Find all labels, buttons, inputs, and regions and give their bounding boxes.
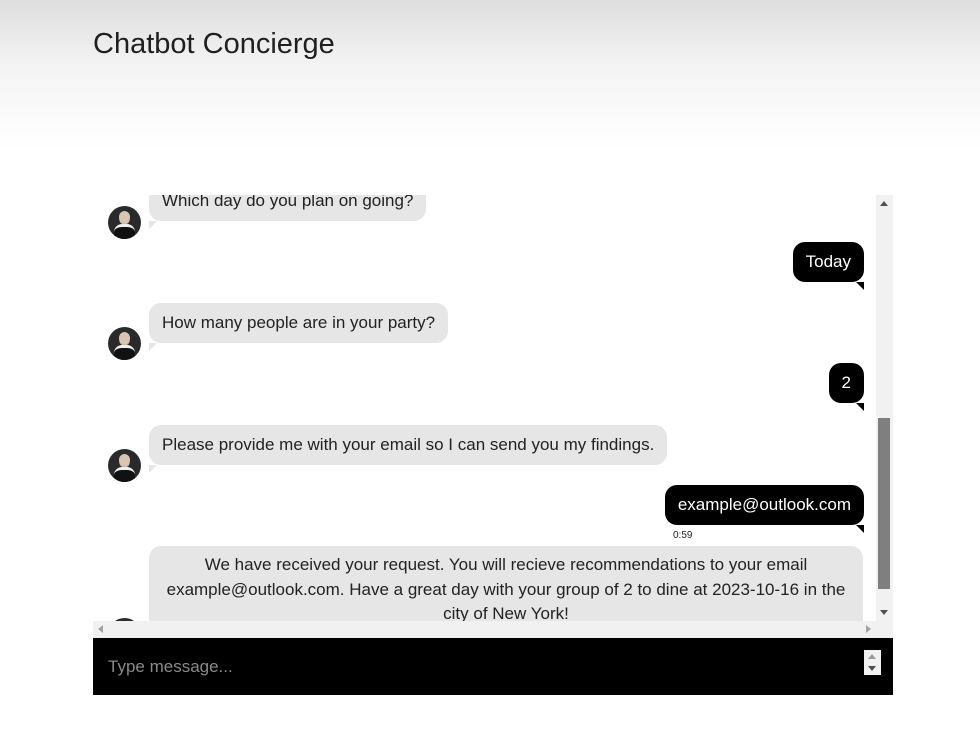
vertical-scrollbar[interactable]: [876, 195, 893, 621]
bot-avatar: [108, 449, 141, 482]
horizontal-scrollbar[interactable]: [93, 621, 893, 638]
spinner-down-icon[interactable]: [868, 666, 876, 671]
scroll-up-arrow-icon[interactable]: [880, 201, 888, 206]
composer-bar: [93, 638, 893, 695]
input-scroll-control[interactable]: [864, 650, 881, 675]
scroll-right-arrow-icon[interactable]: [866, 625, 871, 633]
header-background: [0, 0, 980, 150]
page-title: Chatbot Concierge: [93, 28, 335, 60]
bot-avatar: [108, 206, 141, 239]
spinner-up-icon[interactable]: [868, 654, 876, 659]
bot-message: We have received your request. You will …: [149, 546, 863, 621]
user-message: 2: [828, 363, 865, 411]
bot-message: How many people are in your party?: [149, 303, 449, 351]
scroll-left-arrow-icon[interactable]: [98, 625, 103, 633]
message-timestamp: 0:59: [673, 530, 693, 541]
chat-window: Which day do you plan on going? Today Ho…: [93, 195, 893, 638]
bot-message: Please provide me with your email so I c…: [149, 425, 668, 473]
scroll-down-arrow-icon[interactable]: [880, 610, 888, 615]
bot-avatar: [108, 327, 141, 360]
user-message: example@outlook.com: [664, 485, 865, 533]
bot-message: Which day do you plan on going?: [149, 195, 427, 229]
message-input[interactable]: [93, 638, 853, 695]
user-message: Today: [792, 242, 865, 290]
message-list[interactable]: Which day do you plan on going? Today Ho…: [93, 195, 876, 621]
scrollbar-thumb[interactable]: [878, 418, 890, 589]
